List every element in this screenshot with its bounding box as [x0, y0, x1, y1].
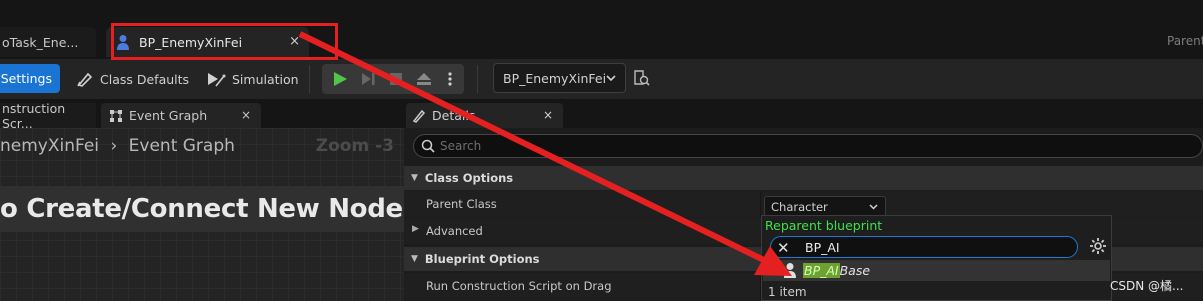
close-tab-icon[interactable]: × [241, 108, 251, 122]
gear-icon[interactable] [1089, 237, 1107, 258]
toolbar-separator [309, 65, 310, 93]
simulation-icon [206, 70, 226, 88]
chevron-down-icon [868, 201, 879, 215]
graph-tab-bar: nstruction Scr... Event Graph × [0, 100, 404, 131]
graph-hint-text: o Create/Connect New Nodes. [0, 186, 436, 232]
parent-class-value: Character [771, 199, 828, 214]
class-result-item[interactable]: BP_AI Base [763, 260, 1110, 281]
result-rest: Base [839, 263, 871, 278]
watermark: CSDN @橘... [1110, 279, 1184, 293]
annotation-highlight-box [111, 23, 338, 60]
details-search-input[interactable]: Search [413, 134, 1203, 158]
debug-object-value: BP_EnemyXinFei [503, 70, 607, 86]
tab-label: Event Graph [129, 108, 208, 123]
reparent-search-value: BP_AI [805, 239, 840, 255]
section-title: Class Options [424, 171, 514, 185]
property-label: Parent Class [426, 197, 497, 211]
more-options-icon[interactable] [442, 69, 458, 89]
expand-triangle-icon: ▼ [411, 173, 418, 183]
result-match-highlight: BP_AI [803, 263, 840, 278]
parent-class-link[interactable]: Parent [1167, 34, 1203, 48]
breadcrumb-parent[interactable]: nemyXinFei [0, 136, 99, 156]
event-graph-icon [109, 109, 123, 123]
document-tab-label: oTask_Ene... [2, 34, 79, 50]
eject-icon[interactable] [414, 69, 434, 89]
property-label: Run Construction Script on Drag [426, 279, 612, 293]
details-icon [412, 109, 426, 123]
class-defaults-icon [76, 70, 94, 88]
actor-class-icon [783, 262, 797, 281]
debug-find-icon[interactable] [632, 69, 650, 90]
class-defaults-button[interactable]: Class Defaults [76, 69, 189, 89]
zoom-level: Zoom -3 [315, 136, 394, 156]
simulation-label: Simulation [232, 71, 299, 87]
toolbar-separator [477, 65, 478, 93]
tab-label: nstruction Scr... [2, 100, 66, 131]
debug-object-select[interactable]: BP_EnemyXinFei [493, 63, 626, 93]
clear-search-icon[interactable]: ✕ [777, 239, 790, 257]
class-defaults-label: Class Defaults [100, 71, 190, 87]
popup-title: Reparent blueprint [765, 218, 883, 233]
simulation-button[interactable]: Simulation [206, 69, 299, 89]
reparent-search-input[interactable]: ✕ BP_AI [770, 236, 1078, 258]
property-label: Advanced [426, 224, 483, 238]
close-tab-icon[interactable]: × [543, 108, 553, 122]
details-tab-bar: Details × [404, 101, 1203, 128]
expand-triangle-icon: ▶ [412, 224, 419, 234]
tab-event-graph[interactable]: Event Graph × [101, 103, 261, 128]
tab-construction-script[interactable]: nstruction Scr... [0, 100, 96, 131]
main-toolbar: s Settings Class Defaults Simulation [0, 59, 1203, 99]
reparent-popup: Reparent blueprint ✕ BP_AI BP_AI Base 1 i… [761, 215, 1112, 301]
document-tab-bttask[interactable]: oTask_Ene... [0, 27, 96, 57]
breadcrumb: nemyXinFei › Event Graph [0, 136, 235, 156]
play-controls [322, 64, 464, 94]
tab-details[interactable]: Details × [406, 103, 563, 128]
section-class-options[interactable]: ▼ Class Options [404, 166, 1203, 190]
search-icon [421, 139, 435, 156]
stop-icon[interactable] [386, 69, 406, 89]
graph-canvas[interactable]: nemyXinFei › Event Graph Zoom -3 o Creat… [0, 128, 436, 301]
section-title: Blueprint Options [424, 252, 540, 266]
column-divider[interactable] [760, 191, 761, 217]
parent-class-combo[interactable]: Character [764, 196, 886, 217]
chevron-right-icon: › [110, 136, 118, 156]
play-icon[interactable] [330, 69, 350, 89]
expand-triangle-icon: ▼ [411, 254, 418, 264]
tab-label: Details [432, 108, 476, 123]
result-count: 1 item [768, 285, 807, 299]
search-placeholder: Search [440, 139, 482, 153]
breadcrumb-current: Event Graph [128, 136, 235, 156]
step-icon[interactable] [358, 69, 378, 89]
class-settings-button[interactable]: s Settings [0, 64, 60, 93]
chevron-down-icon [605, 72, 617, 87]
graph-editor: nstruction Scr... Event Graph × nemyXinF… [0, 100, 436, 301]
